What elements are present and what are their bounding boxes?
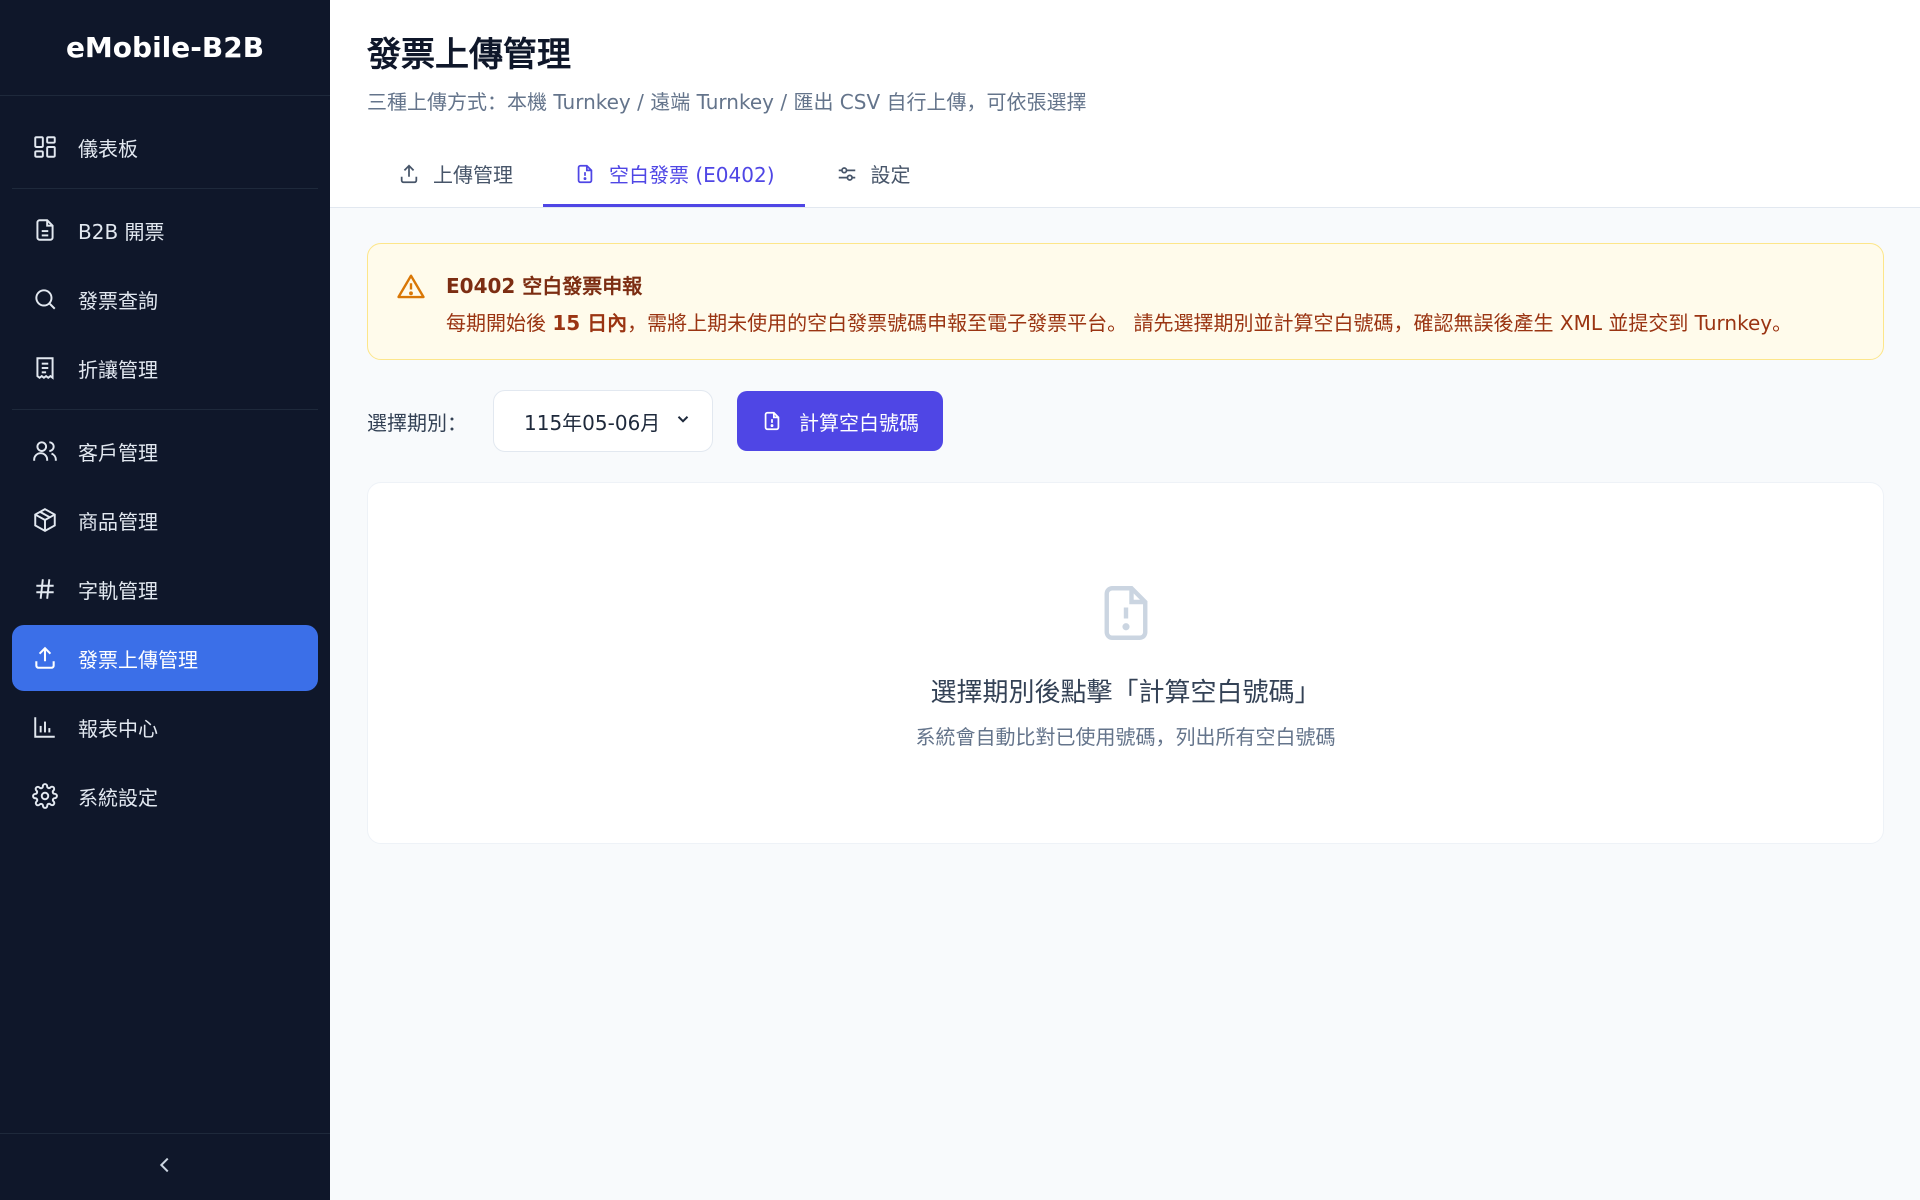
- alert-title: E0402 空白發票申報: [446, 274, 643, 298]
- empty-state-card: 選擇期別後點擊「計算空白號碼」 系統會自動比對已使用號碼，列出所有空白號碼: [367, 482, 1884, 844]
- brand-logo[interactable]: eMobile-B2B: [0, 0, 330, 96]
- empty-state-description: 系統會自動比對已使用號碼，列出所有空白號碼: [915, 725, 1336, 749]
- alert-body: E0402 空白發票申報 每期開始後 15 日內，需將上期未使用的空白發票號碼申…: [446, 270, 1792, 336]
- tab-label: 空白發票 (E0402): [609, 163, 775, 187]
- sidebar-item-settings[interactable]: 系統設定: [12, 763, 318, 829]
- sidebar-item-label: B2B 開票: [78, 219, 165, 244]
- sidebar-item-label: 報表中心: [78, 716, 158, 741]
- alert-text-suffix: ，需將上期未使用的空白發票號碼申報至電子發票平台。 請先選擇期別並計算空白號碼，…: [627, 311, 1793, 335]
- tab-label: 設定: [870, 163, 911, 187]
- main-content: 發票上傳管理 三種上傳方式：本機 Turnkey / 遠端 Turnkey / …: [330, 0, 1920, 1200]
- sidebar-item-label: 發票上傳管理: [78, 647, 198, 672]
- period-select[interactable]: 115年05-06月: [493, 390, 713, 452]
- tab-bar: 上傳管理 空白發票 (E0402) 設定: [367, 143, 941, 207]
- calculate-blank-button[interactable]: 計算空白號碼: [737, 391, 943, 451]
- file-alert-icon: [1093, 578, 1159, 652]
- period-controls: 選擇期別： 115年05-06月 計算空白號碼: [367, 390, 1883, 452]
- sidebar-item-label: 字軌管理: [78, 578, 158, 603]
- alert-text: 每期開始後 15 日內，需將上期未使用的空白發票號碼申報至電子發票平台。 請先選…: [446, 307, 1792, 336]
- bar-chart-icon: [30, 712, 60, 742]
- page-header: 發票上傳管理 三種上傳方式：本機 Turnkey / 遠端 Turnkey / …: [330, 0, 1920, 208]
- nav-divider: [12, 409, 318, 410]
- sidebar-item-label: 儀表板: [78, 136, 138, 161]
- sidebar-item-reports[interactable]: 報表中心: [12, 694, 318, 760]
- hash-icon: [30, 574, 60, 604]
- box-icon: [30, 505, 60, 535]
- sliders-icon: [835, 162, 859, 186]
- document-icon: [30, 215, 60, 245]
- sidebar-item-b2b-invoice[interactable]: B2B 開票: [12, 197, 318, 263]
- period-label: 選擇期別：: [367, 410, 467, 435]
- sidebar-nav: 儀表板 B2B 開票 發票查詢 折讓管理 客戶管理 商品管理 字軌管理 發票上傳…: [0, 114, 330, 829]
- file-alert-icon: [761, 409, 785, 433]
- file-alert-icon: [573, 162, 597, 186]
- upload-icon: [30, 643, 60, 673]
- receipt-icon: [30, 353, 60, 383]
- nav-divider: [12, 188, 318, 189]
- dashboard-icon: [30, 132, 60, 162]
- sidebar-item-label: 商品管理: [78, 509, 158, 534]
- sidebar-item-products[interactable]: 商品管理: [12, 487, 318, 553]
- page-title: 發票上傳管理: [367, 35, 571, 75]
- sidebar-item-track[interactable]: 字軌管理: [12, 556, 318, 622]
- chevron-down-icon: [674, 409, 692, 433]
- tab-label: 上傳管理: [433, 163, 513, 187]
- tab-blank-invoice[interactable]: 空白發票 (E0402): [543, 143, 805, 207]
- sidebar-item-label: 折讓管理: [78, 357, 158, 382]
- tab-settings[interactable]: 設定: [805, 143, 941, 207]
- upload-icon: [397, 162, 421, 186]
- users-icon: [30, 436, 60, 466]
- period-select-value: 115年05-06月: [524, 410, 661, 435]
- alert-text-prefix: 每期開始後: [446, 311, 553, 335]
- sidebar: eMobile-B2B 儀表板 B2B 開票 發票查詢 折讓管理 客戶管理 商品…: [0, 0, 330, 1200]
- gear-icon: [30, 781, 60, 811]
- info-alert: E0402 空白發票申報 每期開始後 15 日內，需將上期未使用的空白發票號碼申…: [367, 243, 1884, 360]
- warning-icon: [396, 272, 426, 302]
- sidebar-item-label: 系統設定: [78, 785, 158, 810]
- calculate-button-label: 計算空白號碼: [799, 410, 919, 435]
- sidebar-item-invoice-search[interactable]: 發票查詢: [12, 266, 318, 332]
- page-subtitle: 三種上傳方式：本機 Turnkey / 遠端 Turnkey / 匯出 CSV …: [367, 90, 1087, 114]
- sidebar-item-dashboard[interactable]: 儀表板: [12, 114, 318, 180]
- chevron-left-icon: [154, 1154, 176, 1180]
- sidebar-item-customers[interactable]: 客戶管理: [12, 418, 318, 484]
- sidebar-collapse-button[interactable]: [0, 1133, 330, 1200]
- sidebar-item-allowance[interactable]: 折讓管理: [12, 335, 318, 401]
- alert-text-deadline: 15 日內: [552, 311, 628, 335]
- tab-upload-management[interactable]: 上傳管理: [367, 143, 543, 207]
- sidebar-item-invoice-upload[interactable]: 發票上傳管理: [12, 625, 318, 691]
- sidebar-item-label: 發票查詢: [78, 288, 158, 313]
- sidebar-item-label: 客戶管理: [78, 440, 158, 465]
- tab-panel-blank-invoice: E0402 空白發票申報 每期開始後 15 日內，需將上期未使用的空白發票號碼申…: [330, 208, 1920, 844]
- empty-state-title: 選擇期別後點擊「計算空白號碼」: [930, 678, 1321, 708]
- search-icon: [30, 284, 60, 314]
